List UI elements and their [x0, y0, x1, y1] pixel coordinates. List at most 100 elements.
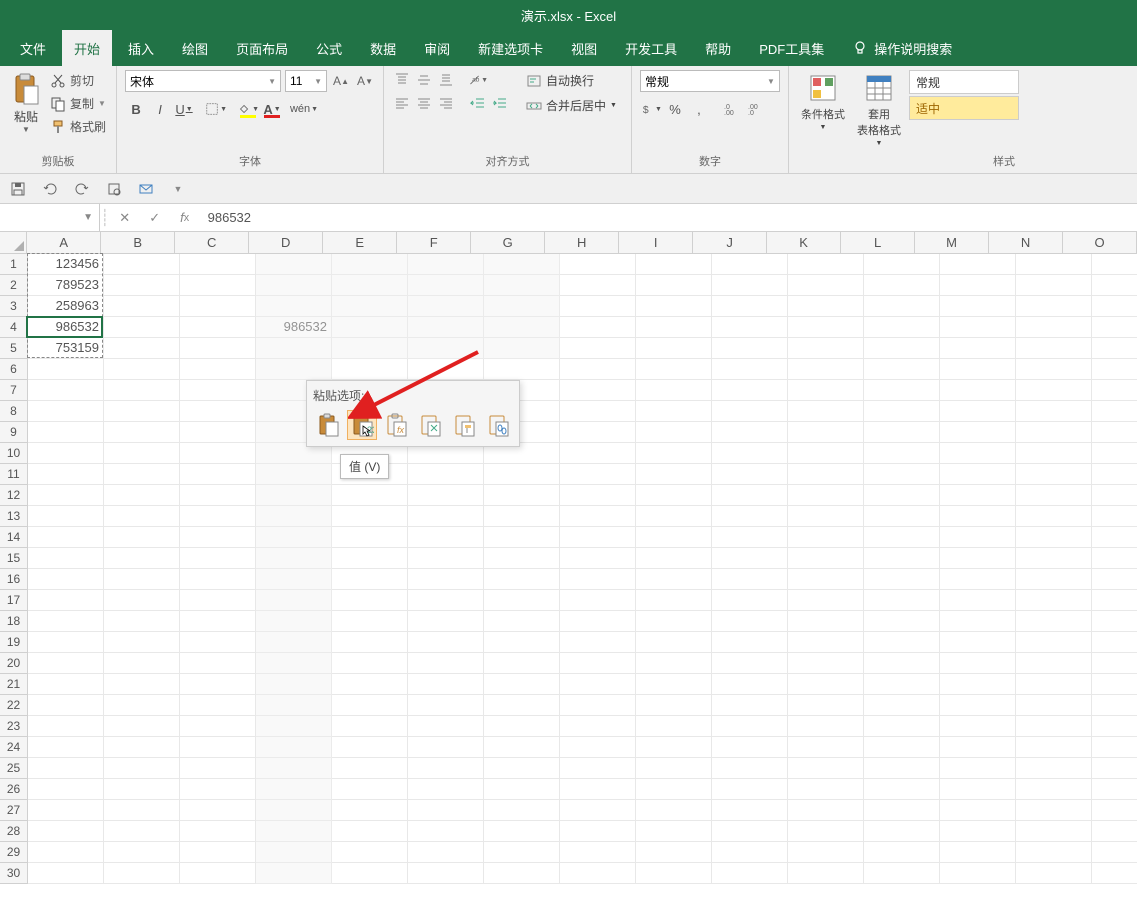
comma-button[interactable]: ,: [688, 98, 710, 120]
cell-A28[interactable]: [28, 821, 104, 841]
cell-I23[interactable]: [636, 716, 712, 736]
paste-option-transpose[interactable]: [415, 410, 445, 440]
cell-O25[interactable]: [1092, 758, 1137, 778]
cell-I27[interactable]: [636, 800, 712, 820]
col-header-H[interactable]: H: [545, 232, 619, 253]
cell-N26[interactable]: [1016, 779, 1092, 799]
cut-button[interactable]: 剪切: [48, 70, 108, 91]
cell-H9[interactable]: [560, 422, 636, 442]
tell-me-search[interactable]: 操作说明搜索: [852, 30, 952, 66]
cell-O18[interactable]: [1092, 611, 1137, 631]
cell-M3[interactable]: [940, 296, 1016, 316]
cell-O2[interactable]: [1092, 275, 1137, 295]
cell-H10[interactable]: [560, 443, 636, 463]
tab-formulas[interactable]: 公式: [304, 30, 354, 66]
cell-A13[interactable]: [28, 506, 104, 526]
cell-K29[interactable]: [788, 842, 864, 862]
cell-O4[interactable]: [1092, 317, 1137, 337]
cell-A3[interactable]: 258963: [28, 296, 104, 316]
cell-F18[interactable]: [408, 611, 484, 631]
cell-L6[interactable]: [864, 359, 940, 379]
cell-L5[interactable]: [864, 338, 940, 358]
cell-N10[interactable]: [1016, 443, 1092, 463]
cell-K15[interactable]: [788, 548, 864, 568]
cell-M23[interactable]: [940, 716, 1016, 736]
cell-N9[interactable]: [1016, 422, 1092, 442]
cell-O6[interactable]: [1092, 359, 1137, 379]
cell-F29[interactable]: [408, 842, 484, 862]
cell-N11[interactable]: [1016, 464, 1092, 484]
tab-pdf[interactable]: PDF工具集: [747, 30, 836, 66]
cell-F21[interactable]: [408, 674, 484, 694]
cell-L14[interactable]: [864, 527, 940, 547]
cell-C19[interactable]: [180, 632, 256, 652]
cell-I18[interactable]: [636, 611, 712, 631]
cell-E12[interactable]: [332, 485, 408, 505]
paste-option-formatting[interactable]: [449, 410, 479, 440]
cell-M9[interactable]: [940, 422, 1016, 442]
cell-J30[interactable]: [712, 863, 788, 883]
cell-B30[interactable]: [104, 863, 180, 883]
row-header-30[interactable]: 30: [0, 863, 28, 884]
cell-A1[interactable]: 123456: [28, 254, 104, 274]
cell-O21[interactable]: [1092, 674, 1137, 694]
cell-E13[interactable]: [332, 506, 408, 526]
cell-K1[interactable]: [788, 254, 864, 274]
cell-F14[interactable]: [408, 527, 484, 547]
cell-N15[interactable]: [1016, 548, 1092, 568]
cell-H8[interactable]: [560, 401, 636, 421]
cell-G6[interactable]: [484, 359, 560, 379]
cell-D20[interactable]: [256, 653, 332, 673]
cell-K3[interactable]: [788, 296, 864, 316]
cell-J20[interactable]: [712, 653, 788, 673]
cell-I26[interactable]: [636, 779, 712, 799]
cell-I17[interactable]: [636, 590, 712, 610]
cell-D22[interactable]: [256, 695, 332, 715]
align-center-button[interactable]: [414, 94, 434, 114]
cell-G15[interactable]: [484, 548, 560, 568]
cell-O20[interactable]: [1092, 653, 1137, 673]
cell-L10[interactable]: [864, 443, 940, 463]
cell-N20[interactable]: [1016, 653, 1092, 673]
cell-B9[interactable]: [104, 422, 180, 442]
cell-K11[interactable]: [788, 464, 864, 484]
row-header-18[interactable]: 18: [0, 611, 28, 632]
cell-M8[interactable]: [940, 401, 1016, 421]
cell-C7[interactable]: [180, 380, 256, 400]
row-header-9[interactable]: 9: [0, 422, 28, 443]
cell-F3[interactable]: [408, 296, 484, 316]
cell-O14[interactable]: [1092, 527, 1137, 547]
cell-D19[interactable]: [256, 632, 332, 652]
cell-L2[interactable]: [864, 275, 940, 295]
cell-D23[interactable]: [256, 716, 332, 736]
cell-C22[interactable]: [180, 695, 256, 715]
cell-L9[interactable]: [864, 422, 940, 442]
cell-I14[interactable]: [636, 527, 712, 547]
tab-data[interactable]: 数据: [358, 30, 408, 66]
cell-G16[interactable]: [484, 569, 560, 589]
bold-button[interactable]: B: [125, 98, 147, 120]
cell-H14[interactable]: [560, 527, 636, 547]
cell-B17[interactable]: [104, 590, 180, 610]
cell-C28[interactable]: [180, 821, 256, 841]
cell-E28[interactable]: [332, 821, 408, 841]
cell-K6[interactable]: [788, 359, 864, 379]
cell-E22[interactable]: [332, 695, 408, 715]
cell-M1[interactable]: [940, 254, 1016, 274]
cell-I6[interactable]: [636, 359, 712, 379]
cell-J9[interactable]: [712, 422, 788, 442]
row-header-12[interactable]: 12: [0, 485, 28, 506]
cell-C20[interactable]: [180, 653, 256, 673]
row-header-2[interactable]: 2: [0, 275, 28, 296]
cell-I15[interactable]: [636, 548, 712, 568]
cell-C3[interactable]: [180, 296, 256, 316]
cell-A9[interactable]: [28, 422, 104, 442]
cell-B16[interactable]: [104, 569, 180, 589]
cell-J4[interactable]: [712, 317, 788, 337]
cell-C29[interactable]: [180, 842, 256, 862]
cell-B18[interactable]: [104, 611, 180, 631]
cell-A12[interactable]: [28, 485, 104, 505]
paste-option-formulas[interactable]: fx: [381, 410, 411, 440]
cell-N17[interactable]: [1016, 590, 1092, 610]
cell-C14[interactable]: [180, 527, 256, 547]
